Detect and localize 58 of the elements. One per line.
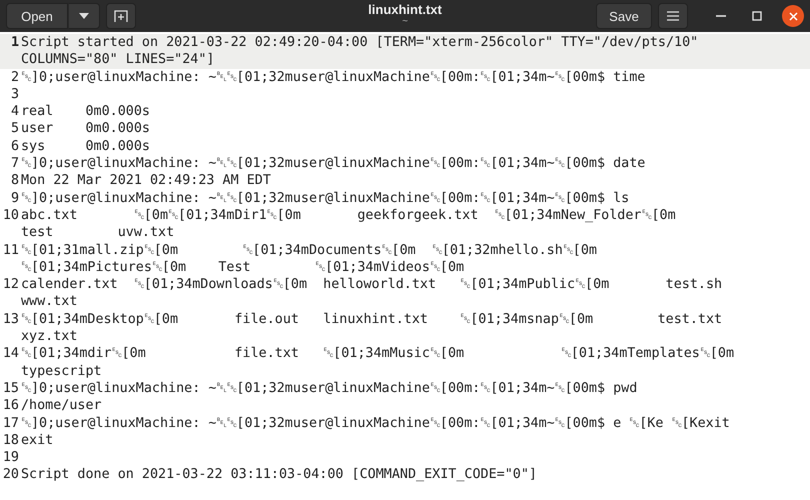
new-tab-icon: [114, 9, 128, 23]
line-number: 9: [10, 190, 20, 207]
text-line: ␛[01;34mDesktop␛[0m file.out linuxhint.txt ␛[01;34msnap␛[0m test.txt: [21, 312, 722, 327]
open-menu-button[interactable]: [68, 3, 100, 29]
text-line: user 0m0.000s: [21, 121, 150, 136]
close-icon: [788, 12, 798, 20]
text-line: ␛]0;user@linuxMachine: ~␇␛[01;32muser@linuxMachine␛[00m:␛[01;34m~␛[00m$ date: [21, 156, 646, 172]
text-line: www.txt: [21, 294, 78, 310]
line-number: 2: [10, 68, 20, 86]
new-tab-button[interactable]: [106, 3, 136, 29]
text-line: calender.txt ␛[01;34mDownloads␛[0m helloworld.txt ␛[01;34mPublic␛[0m test.sh: [21, 277, 722, 292]
line-number: 5: [10, 120, 20, 138]
line-number: 8: [10, 172, 20, 190]
save-button[interactable]: Save: [596, 3, 652, 29]
line-number: 11: [2, 242, 20, 260]
line-number: 12: [2, 276, 20, 294]
text-line: ␛]0;user@linuxMachine: ~␇␛[01;32muser@linuxMachine␛[00m:␛[01;34m~␛[00m$ ls: [21, 190, 630, 206]
text-line: typescript: [21, 364, 102, 379]
text-line: ␛]0;user@linuxMachine: ~␇␛[01;32muser@linuxMachine␛[00m:␛[01;34m~␛[00m$ pwd: [21, 380, 638, 396]
text-line: ␛[01;31mall.zip␛[0m ␛[01;34mDocuments␛[0m ␛[01;32mhello.sh␛[0m: [21, 242, 597, 258]
text-line: test uvw.txt: [21, 225, 174, 240]
line-number: 3: [10, 86, 20, 104]
close-button[interactable]: [782, 5, 804, 27]
text-line: abc.txt ␛[0m␛[01;34mDir1␛[0m geekforgeek.txt ␛[01;34mNew_Folder␛[0m: [21, 208, 676, 223]
caret-icon: [79, 13, 89, 19]
line-number: 14: [2, 345, 20, 364]
line-number: 10: [2, 206, 20, 225]
file-path: ~: [402, 17, 408, 27]
line-number: 4: [10, 103, 20, 120]
line-number: 6: [10, 138, 20, 156]
line-number: 18: [2, 432, 20, 450]
text-line: real 0m0.000s: [21, 104, 150, 120]
menu-icon: [667, 11, 679, 21]
minimize-icon: [716, 15, 726, 17]
line-number: 13: [2, 310, 20, 329]
text-line: ␛[01;34mdir␛[0m file.txt ␛[01;34mMusic␛[0m ␛[01;34mTemplates␛[0m: [21, 346, 734, 362]
line-number: 1: [10, 34, 20, 52]
text-line: ␛[01;34mPictures␛[0m Test ␛[01;34mVideos␛[0m: [21, 260, 464, 275]
maximize-icon: [752, 11, 762, 21]
line-number: 20: [2, 466, 20, 484]
window-title: linuxhint.txt: [368, 2, 442, 17]
text-line: /home/user: [21, 398, 102, 414]
line-number: 19: [2, 449, 20, 466]
line-number: 15: [2, 380, 20, 398]
text-line: exit: [21, 432, 54, 448]
text-line: xyz.txt: [21, 329, 78, 344]
text-line: Script done on 2021-03-22 03:11:03-04:00 [COMMAND_EXIT_CODE="0"]: [21, 467, 537, 482]
open-button[interactable]: Open: [6, 3, 68, 29]
text-line: Script started on 2021-03-22 02:49:20-04:00 [TERM="xterm-256color" TTY="/dev/pts/10": [21, 35, 698, 50]
line-number: 7: [10, 155, 20, 172]
text-line: Mon 22 Mar 2021 02:49:23 AM EDT: [21, 173, 271, 188]
text-line: ␛]0;user@linuxMachine: ~␇␛[01;32muser@linuxMachine␛[00m:␛[01;34m~␛[00m$ e ␛[Ke ␛[Kexit: [21, 416, 730, 431]
line-number: 17: [2, 414, 20, 432]
text-line: ␛]0;user@linuxMachine: ~␇␛[01;32muser@linuxMachine␛[00m:␛[01;34m~␛[00m$ time: [21, 70, 646, 85]
text-line: sys 0m0.000s: [21, 138, 150, 154]
text-line: COLUMNS="80" LINES="24"]: [21, 52, 214, 68]
line-number: 16: [2, 397, 20, 415]
menu-button[interactable]: [658, 3, 688, 29]
